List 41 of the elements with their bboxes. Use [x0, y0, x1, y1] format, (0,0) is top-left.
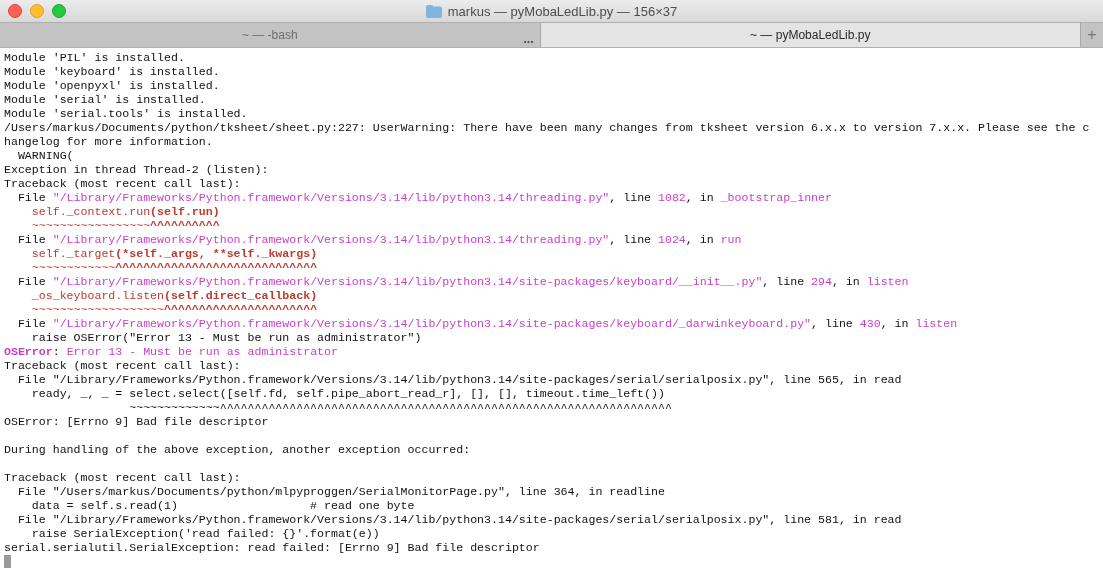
terminal-line: File "/Library/Frameworks/Python.framework/Versions/3.14/lib/python3.14/site-packages/serial/serialposix.py", line 581, in read [16, 513, 903, 527]
terminal-line: Traceback (most recent call last): [4, 177, 242, 191]
window-title: markus — pyMobaLedLib.py — 156×37 [447, 3, 678, 19]
folder-icon [425, 4, 442, 18]
terminal-line: File "/Library/Frameworks/Python.framework/Versions/3.14/lib/python3.14/site-packages/keyboard/__init__.py", line 294, in listen [16, 275, 910, 289]
terminal-line: hangelog for more information. [4, 135, 214, 149]
terminal-line: ~~~~~~~~~~~~~^^^^^^^^^^^^^^^^^^^^^^^^^^^^^^^^^^^^^^^^^^^^^^^^^^^^^^^^^^^^^^^^^ [128, 401, 673, 415]
zoom-button[interactable] [52, 4, 66, 18]
minimize-button[interactable] [30, 4, 44, 18]
close-button[interactable] [8, 4, 22, 18]
terminal-line: data = self.s.read(1) # read one byte [30, 499, 416, 513]
terminal-line: WARNING( [16, 149, 75, 163]
terminal-line: Module 'openpyxl' is installed. [4, 79, 221, 93]
terminal-line: serial.serialutil.SerialException: read failed: [Errno 9] Bad file descriptor [4, 541, 541, 555]
terminal-line: Module 'serial.tools' is installed. [4, 107, 249, 121]
terminal-line: Traceback (most recent call last): [4, 471, 242, 485]
terminal-line: File "/Library/Frameworks/Python.framework/Versions/3.14/lib/python3.14/site-packages/keyboard/_darwinkeyboard.py", line 430, in listen [16, 317, 959, 331]
terminal-line: Module 'PIL' is installed. [4, 51, 186, 65]
terminal-line: self._target(*self._args, **self._kwargs) [30, 247, 319, 261]
terminal-line: File "/Library/Frameworks/Python.framework/Versions/3.14/lib/python3.14/site-packages/serial/serialposix.py", line 565, in read [16, 373, 903, 387]
terminal-line: ~~~~~~~~~~~~~~~~~^^^^^^^^^^ [30, 219, 221, 233]
terminal-line: Module 'serial' is installed. [4, 93, 207, 107]
terminal-line: File "/Users/markus/Documents/python/mlpyproggen/SerialMonitorPage.py", line 364, in readline [16, 485, 666, 499]
terminal-line: OSError: [Errno 9] Bad file descriptor [4, 415, 270, 429]
terminal-line: File "/Library/Frameworks/Python.framework/Versions/3.14/lib/python3.14/threading.py", line 1082, in _bootstrap_inner [16, 191, 833, 205]
terminal-line: ~~~~~~~~~~~~^^^^^^^^^^^^^^^^^^^^^^^^^^^^^ [30, 261, 319, 275]
terminal-line: raise SerialException('read failed: {}'.format(e)) [30, 527, 381, 541]
terminal-line: OSError: Error 13 - Must be run as administrator [4, 345, 339, 359]
terminal-line: ~~~~~~~~~~~~~~~~~~~^^^^^^^^^^^^^^^^^^^^^^ [30, 303, 319, 317]
terminal-line: raise OSError("Error 13 - Must be run as administrator") [30, 331, 423, 345]
terminal-line: Exception in thread Thread-2 (listen): [4, 163, 270, 177]
tab-overflow-button[interactable]: ... [523, 33, 534, 45]
terminal-line: During handling of the above exception, another exception occurred: [4, 443, 472, 457]
terminal-line: Module 'keyboard' is installed. [4, 65, 221, 79]
terminal-line: Traceback (most recent call last): [4, 359, 242, 373]
tab[interactable]: ~ — pyMobaLedLib.py [540, 23, 1081, 47]
terminal-line: self._context.run(self.run) [30, 205, 221, 219]
terminal-line: ready, _, _ = select.select([self.fd, self.pipe_abort_read_r], [], [], timeout.time_left()) [30, 387, 666, 401]
terminal-line: _os_keyboard.listen(self.direct_callback) [30, 289, 319, 303]
terminal-line: /Users/markus/Documents/python/tksheet/sheet.py:227: UserWarning: There have been many changes from tksheet version 6.x.x to version 7.x.x. Please see the c [4, 121, 1091, 135]
terminal-line: File "/Library/Frameworks/Python.framework/Versions/3.14/lib/python3.14/threading.py", line 1024, in run [16, 233, 743, 247]
